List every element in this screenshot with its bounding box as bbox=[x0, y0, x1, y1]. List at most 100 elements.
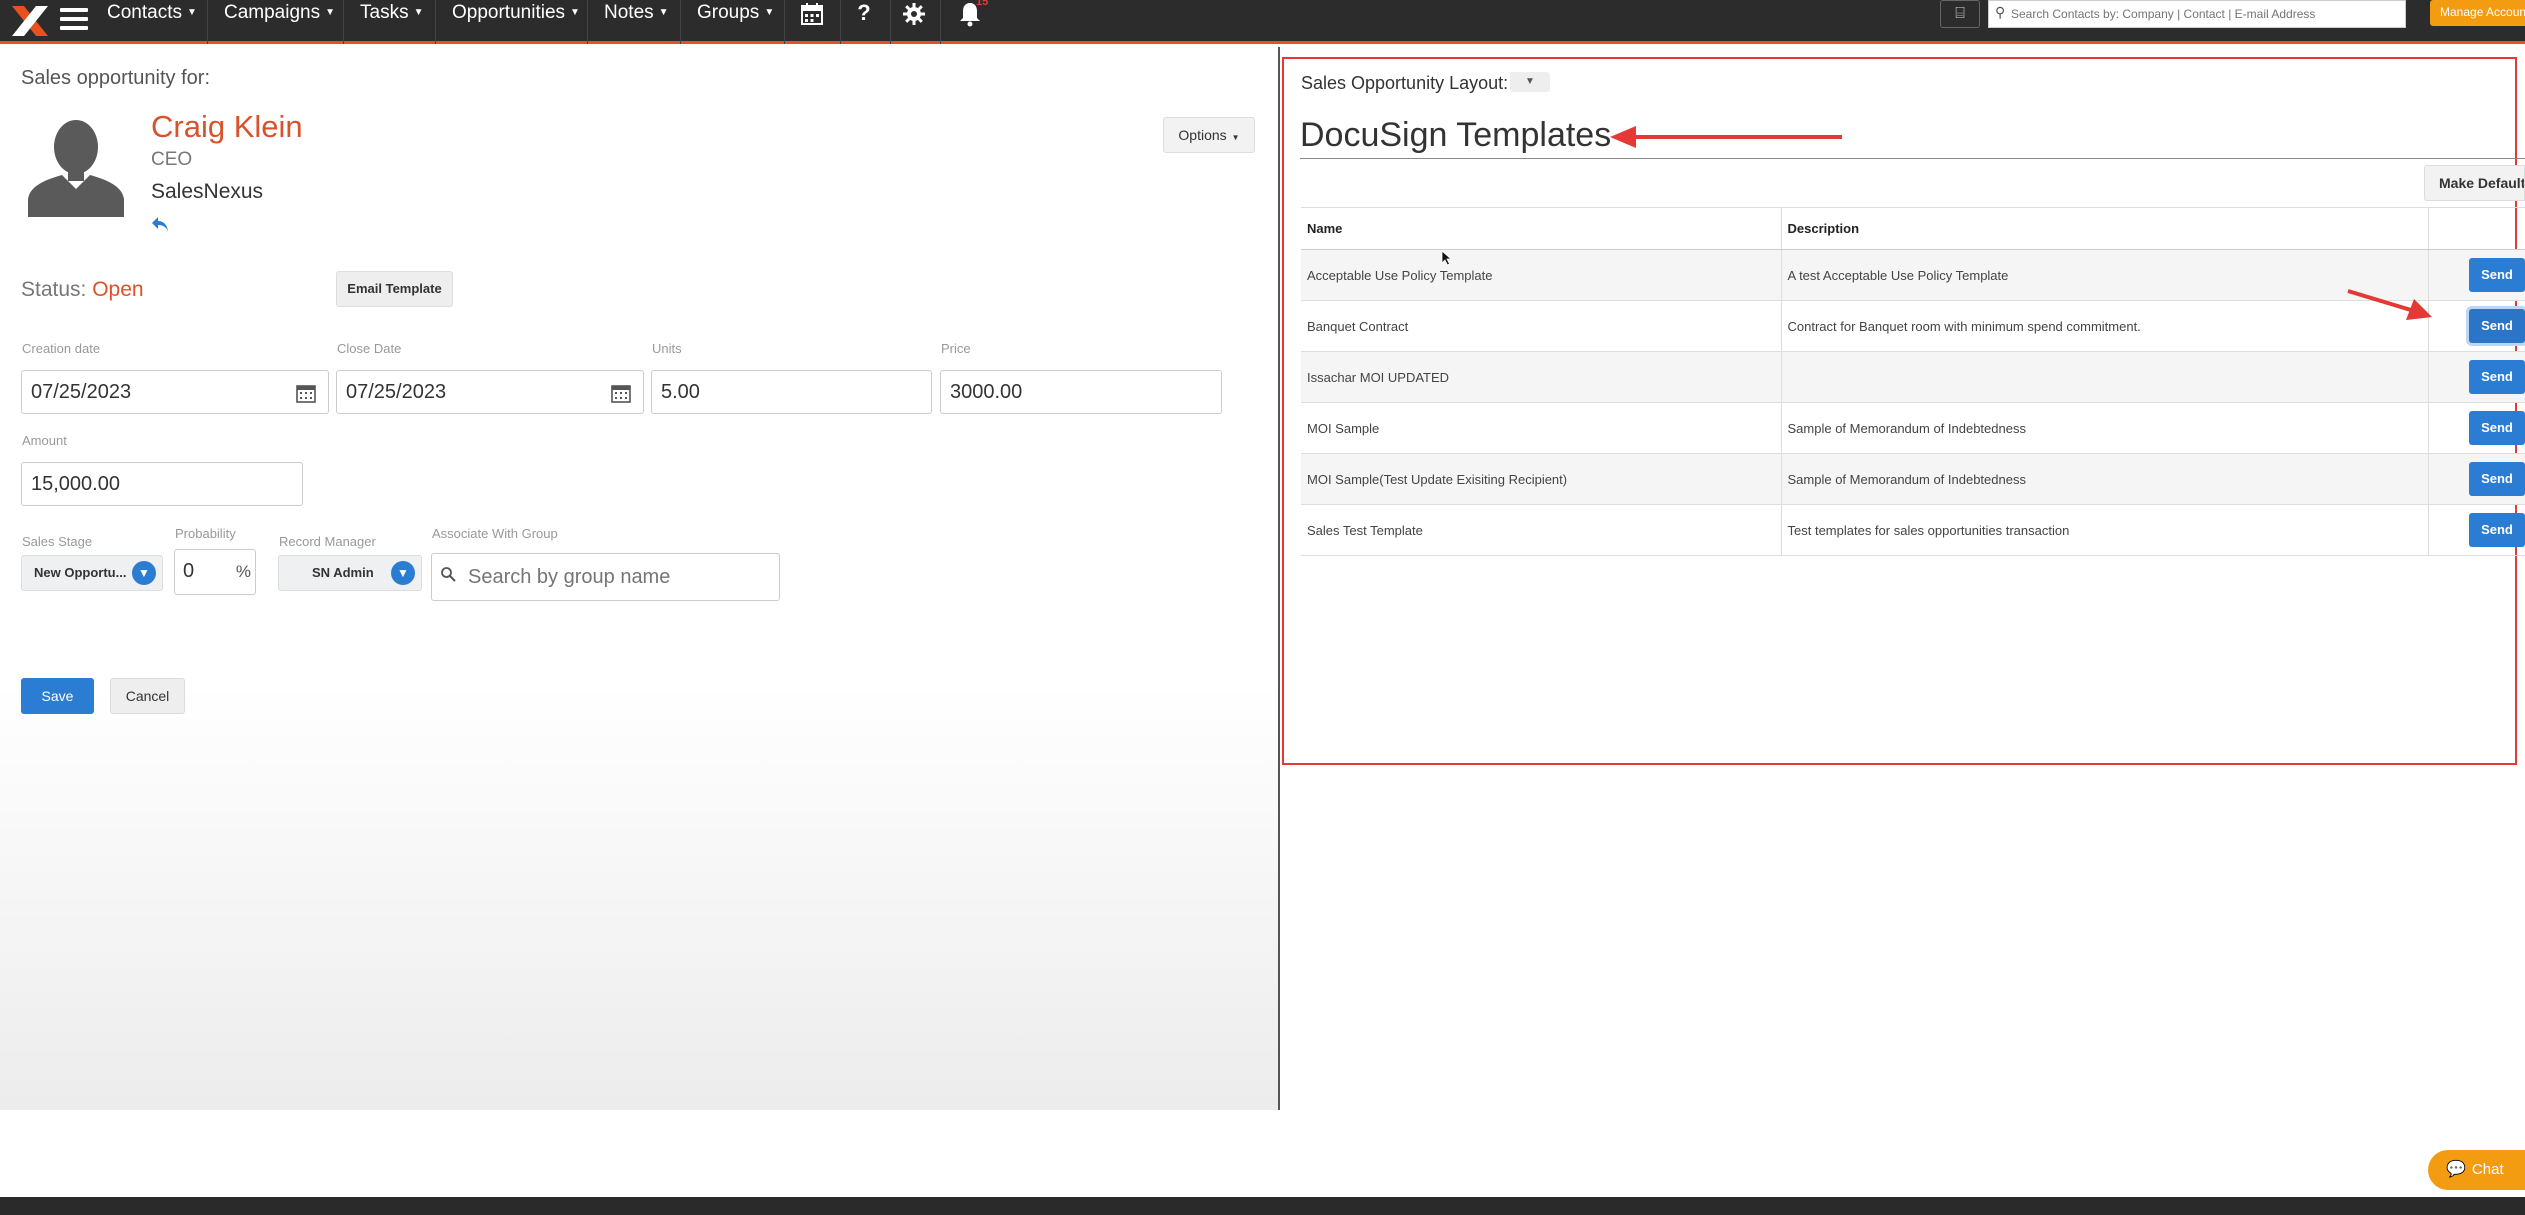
group-search-box[interactable] bbox=[431, 553, 780, 601]
template-description: Sample of Memorandum of Indebtedness bbox=[1781, 453, 2429, 505]
docusign-title: DocuSign Templates bbox=[1300, 116, 1612, 154]
contact-company: SalesNexus bbox=[151, 180, 264, 203]
make-default-button[interactable]: Make Default bbox=[2424, 165, 2525, 201]
nav-divider bbox=[784, 0, 785, 44]
sales-stage-select[interactable]: New Opportu... ▼ bbox=[21, 555, 163, 591]
contact-search-input[interactable] bbox=[2011, 1, 2401, 27]
caret-down-icon: ▼ bbox=[658, 7, 669, 18]
template-name: Issachar MOI UPDATED bbox=[1301, 351, 1782, 403]
price-field[interactable]: 3000.00 bbox=[940, 370, 1222, 414]
send-button[interactable]: Send bbox=[2469, 360, 2525, 394]
inbox-icon[interactable]: ⌸ bbox=[1940, 0, 1980, 28]
record-manager-label: Record Manager bbox=[279, 534, 376, 549]
cancel-button[interactable]: Cancel bbox=[110, 678, 185, 714]
creation-date-value: 07/25/2023 bbox=[31, 381, 132, 403]
record-manager-value: SN Admin bbox=[312, 565, 374, 580]
nav-notes[interactable]: Notes ▼ bbox=[604, 0, 669, 44]
gear-icon[interactable] bbox=[902, 2, 926, 26]
template-description: Sample of Memorandum of Indebtedness bbox=[1781, 402, 2429, 454]
status-display: Status: Open bbox=[21, 278, 144, 302]
template-name: MOI Sample(Test Update Exisiting Recipie… bbox=[1301, 453, 1782, 505]
calendar-icon[interactable] bbox=[800, 2, 824, 26]
nav-label: Campaigns bbox=[224, 2, 321, 24]
record-manager-select[interactable]: SN Admin ▼ bbox=[278, 555, 422, 591]
notification-count-badge: 15 bbox=[976, 0, 989, 8]
nav-contacts[interactable]: Contacts ▼ bbox=[107, 0, 197, 44]
nav-tasks[interactable]: Tasks ▼ bbox=[360, 0, 423, 44]
send-button[interactable]: Send bbox=[2469, 411, 2525, 445]
column-header-description: Description bbox=[1781, 207, 2429, 250]
nav-divider bbox=[435, 0, 436, 44]
help-icon[interactable]: ? bbox=[854, 0, 874, 28]
units-field[interactable]: 5.00 bbox=[651, 370, 932, 414]
template-name: MOI Sample bbox=[1301, 402, 1782, 454]
table-row: Acceptable Use Policy Template A test Ac… bbox=[1301, 249, 2525, 301]
close-date-value: 07/25/2023 bbox=[346, 381, 447, 403]
price-label: Price bbox=[941, 341, 971, 356]
page-heading: Sales opportunity for: bbox=[21, 67, 210, 89]
bottom-bar bbox=[0, 1197, 2525, 1215]
send-button[interactable]: Send bbox=[2469, 258, 2525, 292]
calendar-icon[interactable] bbox=[611, 383, 631, 403]
associate-group-label: Associate With Group bbox=[432, 526, 558, 541]
back-arrow-icon[interactable] bbox=[151, 216, 169, 232]
action-cell: Send bbox=[2428, 249, 2525, 301]
sales-stage-value: New Opportu... bbox=[34, 565, 127, 580]
send-button-banquet-contract[interactable]: Send bbox=[2469, 309, 2525, 343]
close-date-field[interactable]: 07/25/2023 bbox=[336, 370, 644, 414]
caret-down-icon: ▼ bbox=[413, 7, 424, 18]
send-button[interactable]: Send bbox=[2469, 462, 2525, 496]
email-template-button[interactable]: Email Template bbox=[336, 271, 453, 307]
layout-label: Sales Opportunity Layout: bbox=[1301, 73, 1509, 93]
nav-campaigns[interactable]: Campaigns ▼ bbox=[224, 0, 335, 44]
probability-value: 0 bbox=[183, 560, 195, 582]
amount-label: Amount bbox=[22, 433, 67, 448]
action-cell: Send bbox=[2428, 504, 2525, 556]
template-name: Acceptable Use Policy Template bbox=[1301, 249, 1782, 301]
send-button[interactable]: Send bbox=[2469, 513, 2525, 547]
nav-label: Tasks bbox=[360, 2, 409, 24]
nav-divider bbox=[840, 0, 841, 44]
action-cell: Send bbox=[2428, 351, 2525, 403]
column-header-action bbox=[2428, 207, 2525, 250]
close-date-label: Close Date bbox=[337, 341, 402, 356]
table-row: Banquet Contract Contract for Banquet ro… bbox=[1301, 300, 2525, 352]
nav-divider bbox=[587, 0, 588, 44]
nav-divider bbox=[680, 0, 681, 44]
salesnexus-logo[interactable] bbox=[10, 4, 50, 38]
hamburger-menu-icon[interactable] bbox=[60, 8, 88, 32]
nav-divider bbox=[890, 0, 891, 44]
panel-divider bbox=[1278, 47, 1280, 1110]
units-label: Units bbox=[652, 341, 682, 356]
calendar-icon[interactable] bbox=[296, 383, 316, 403]
template-description: Test templates for sales opportunities t… bbox=[1781, 504, 2429, 556]
layout-dropdown[interactable]: ▼ bbox=[1510, 72, 1550, 92]
nav-opportunities[interactable]: Opportunities ▼ bbox=[452, 0, 580, 44]
manage-account-button[interactable]: Manage Account bbox=[2430, 0, 2525, 26]
options-dropdown-button[interactable]: Options ▼ bbox=[1163, 117, 1255, 153]
save-button[interactable]: Save bbox=[21, 678, 94, 714]
sales-stage-label: Sales Stage bbox=[22, 534, 93, 549]
top-navbar: Contacts ▼ Campaigns ▼ Tasks ▼ Opportunitie… bbox=[0, 0, 2525, 44]
nav-divider bbox=[207, 0, 208, 44]
nav-label: Contacts bbox=[107, 2, 182, 24]
contact-name[interactable]: Craig Klein bbox=[151, 109, 303, 145]
group-search-input[interactable] bbox=[468, 558, 768, 596]
options-label: Options bbox=[1178, 127, 1227, 143]
action-cell: Send bbox=[2428, 453, 2525, 505]
status-label: Status: bbox=[21, 278, 87, 301]
nav-label: Groups bbox=[697, 2, 760, 24]
search-icon bbox=[441, 567, 456, 582]
caret-down-icon: ▼ bbox=[1525, 76, 1535, 87]
nav-groups[interactable]: Groups ▼ bbox=[697, 0, 774, 44]
contact-search-box[interactable]: ⚲ bbox=[1988, 0, 2406, 28]
nav-label: Notes bbox=[604, 2, 654, 24]
probability-field[interactable]: 0 % bbox=[174, 549, 256, 595]
caret-down-icon: ▼ bbox=[764, 7, 775, 18]
template-description bbox=[1781, 351, 2429, 403]
creation-date-field[interactable]: 07/25/2023 bbox=[21, 370, 329, 414]
action-cell: Send bbox=[2428, 402, 2525, 454]
chat-button[interactable]: 💬 Chat bbox=[2428, 1150, 2525, 1190]
table-row: MOI Sample Sample of Memorandum of Indeb… bbox=[1301, 402, 2525, 454]
amount-field[interactable]: 15,000.00 bbox=[21, 462, 303, 506]
